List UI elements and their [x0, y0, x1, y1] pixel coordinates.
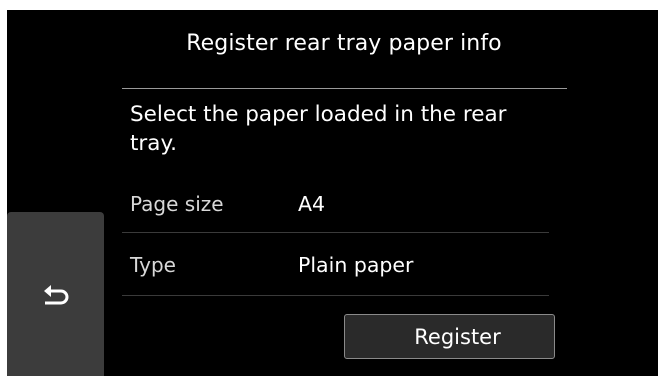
page-size-label: Page size	[130, 192, 224, 216]
paper-type-label: Type	[130, 253, 176, 277]
register-button[interactable]: Register	[344, 314, 555, 359]
instruction-message: Select the paper loaded in the rear tray…	[130, 102, 507, 156]
back-button[interactable]	[7, 212, 104, 376]
page-size-setting-row[interactable]: Page size A4	[122, 180, 549, 232]
paper-type-value: Plain paper	[298, 253, 414, 277]
return-arrow-icon	[43, 285, 68, 305]
row-divider	[122, 232, 549, 233]
page-title: Register rear tray paper info	[186, 30, 502, 56]
page-size-value: A4	[298, 192, 326, 216]
printer-panel-screen: Register rear tray paper info Select the…	[7, 10, 658, 376]
title-divider	[122, 88, 567, 89]
row-divider	[122, 295, 549, 296]
paper-type-setting-row[interactable]: Type Plain paper	[122, 241, 549, 293]
